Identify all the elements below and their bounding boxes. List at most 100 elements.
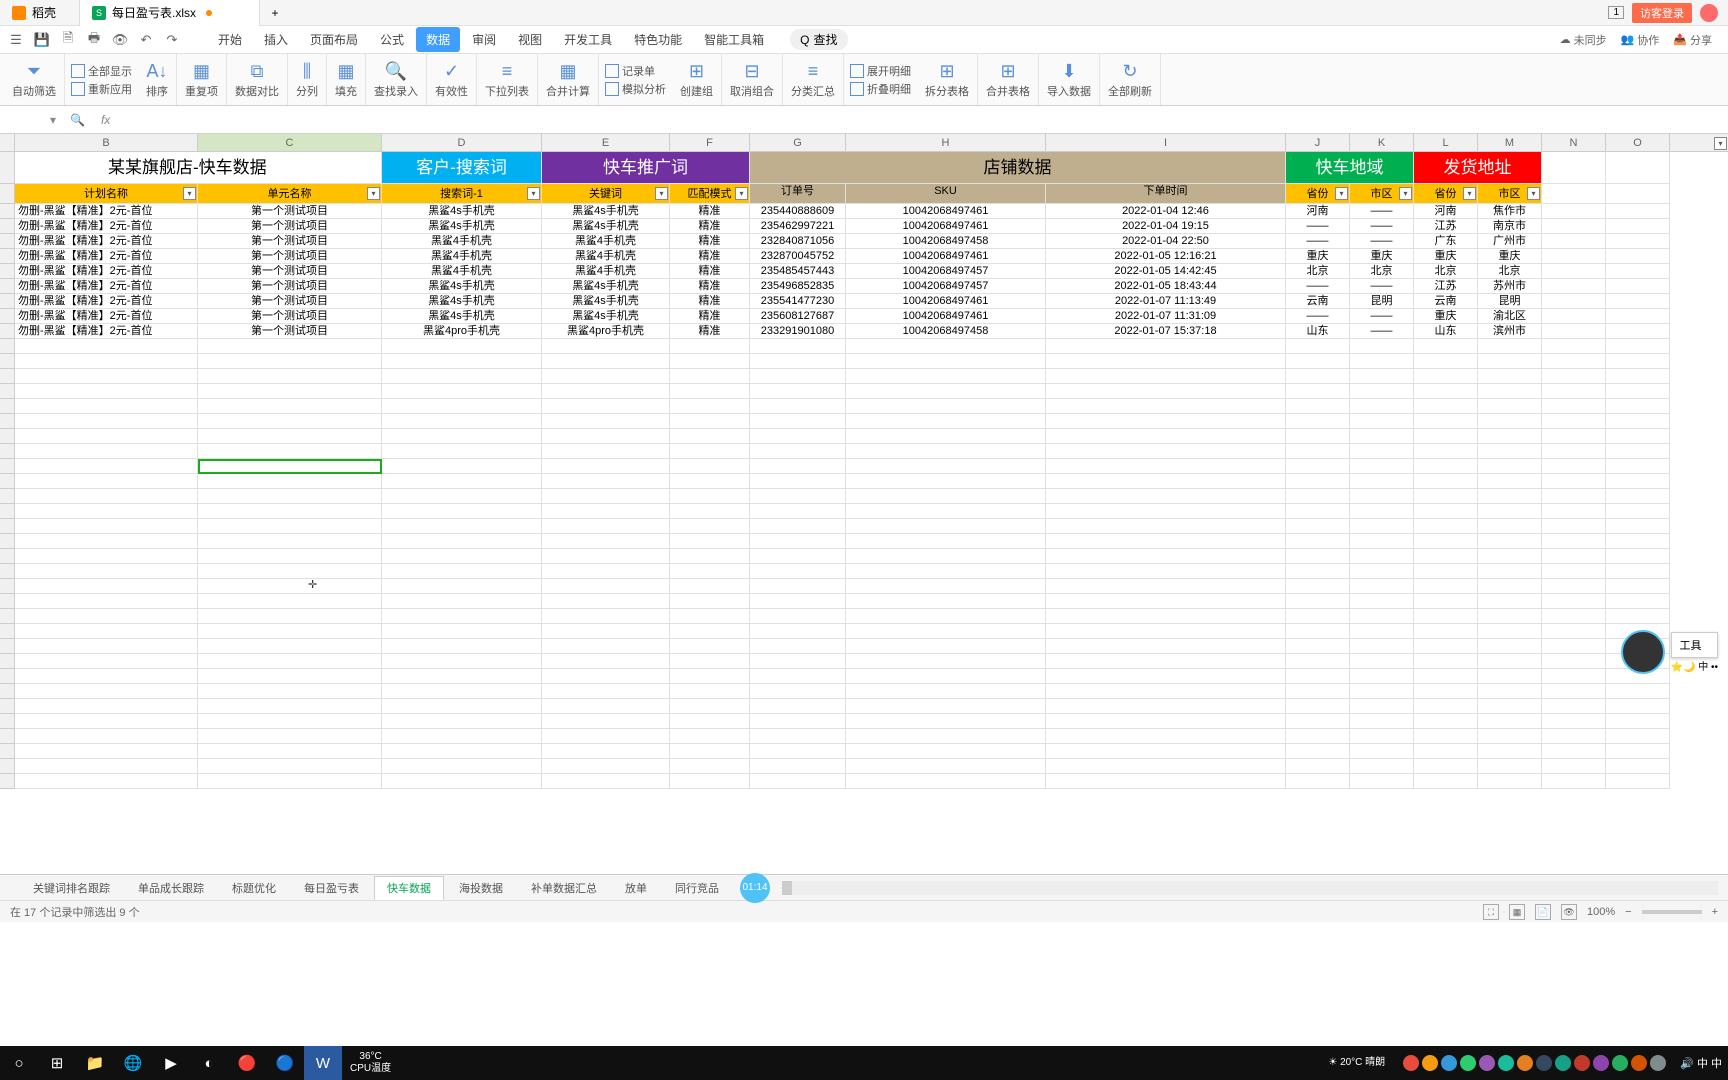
zoom-slider[interactable]	[1642, 910, 1702, 914]
hdr-sku[interactable]: SKU▾	[846, 184, 1046, 204]
cell[interactable]	[670, 489, 750, 504]
cell[interactable]	[670, 669, 750, 684]
cell[interactable]	[1606, 324, 1670, 339]
cell[interactable]: 2022-01-05 12:16:21	[1046, 249, 1286, 264]
cell[interactable]	[1478, 339, 1542, 354]
share-button[interactable]: 📤 分享	[1673, 32, 1712, 48]
cell[interactable]: 黑鲨4s手机壳	[542, 204, 670, 219]
cell[interactable]	[1350, 729, 1414, 744]
cell[interactable]	[382, 594, 542, 609]
cell[interactable]: 232870045752	[750, 249, 846, 264]
filter-icon[interactable]: ▾	[1527, 187, 1540, 200]
cell[interactable]	[1350, 384, 1414, 399]
cell[interactable]	[1606, 549, 1670, 564]
cell[interactable]	[382, 624, 542, 639]
cell[interactable]	[1046, 654, 1286, 669]
cell[interactable]	[1286, 624, 1350, 639]
menu-data[interactable]: 数据	[416, 27, 460, 52]
cell[interactable]: 黑鲨4pro手机壳	[542, 324, 670, 339]
cell[interactable]	[750, 624, 846, 639]
cell[interactable]	[846, 594, 1046, 609]
cell[interactable]	[1046, 369, 1286, 384]
avatar-icon[interactable]	[1700, 4, 1718, 22]
cell[interactable]	[1350, 684, 1414, 699]
cell[interactable]	[1414, 519, 1478, 534]
cell[interactable]	[1414, 774, 1478, 789]
tray-icon[interactable]	[1536, 1055, 1552, 1071]
cell[interactable]	[1606, 489, 1670, 504]
cell[interactable]	[542, 579, 670, 594]
float-widget[interactable]: 工具 ⭐🌙 中 ••	[1621, 630, 1718, 674]
cell[interactable]: 广州市	[1478, 234, 1542, 249]
cell[interactable]: 10042068497461	[846, 249, 1046, 264]
cell[interactable]	[1414, 534, 1478, 549]
cell[interactable]: 渝北区	[1478, 309, 1542, 324]
cell[interactable]	[1046, 744, 1286, 759]
cell[interactable]	[1046, 684, 1286, 699]
cell[interactable]	[1286, 549, 1350, 564]
cell[interactable]	[1350, 399, 1414, 414]
cell[interactable]	[382, 714, 542, 729]
cell[interactable]	[542, 654, 670, 669]
subtotal-button[interactable]: ≡分类汇总	[783, 54, 844, 105]
cell[interactable]: 2022-01-07 15:37:18	[1046, 324, 1286, 339]
col-I[interactable]: I	[1046, 134, 1286, 151]
sheet-tab-active[interactable]: 快车数据	[374, 876, 444, 900]
cell[interactable]	[1542, 519, 1606, 534]
cell[interactable]	[1350, 669, 1414, 684]
cell[interactable]	[1478, 699, 1542, 714]
cell[interactable]	[1286, 564, 1350, 579]
cell[interactable]	[1414, 669, 1478, 684]
cell[interactable]: 精准	[670, 234, 750, 249]
sort-button[interactable]: A↓排序	[138, 54, 177, 105]
cell[interactable]: ——	[1286, 234, 1350, 249]
cell[interactable]: 云南	[1286, 294, 1350, 309]
cell[interactable]	[750, 564, 846, 579]
cell[interactable]	[1286, 759, 1350, 774]
cell[interactable]	[382, 774, 542, 789]
sheet-tab[interactable]: 关键词排名跟踪	[20, 876, 123, 900]
cell[interactable]	[1542, 399, 1606, 414]
cell[interactable]: 黑鲨4手机壳	[382, 264, 542, 279]
cell[interactable]	[1046, 699, 1286, 714]
cell[interactable]	[1478, 594, 1542, 609]
explorer-icon[interactable]: 📁	[76, 1046, 114, 1080]
cell[interactable]: 黑鲨4s手机壳	[542, 309, 670, 324]
cell[interactable]	[198, 639, 382, 654]
cell[interactable]	[15, 669, 198, 684]
cell[interactable]: 云南	[1414, 294, 1478, 309]
cell[interactable]	[1286, 699, 1350, 714]
cell[interactable]	[1286, 474, 1350, 489]
validity-button[interactable]: ✓有效性	[427, 54, 477, 105]
cell[interactable]	[846, 684, 1046, 699]
cell[interactable]: 第一个测试项目	[198, 234, 382, 249]
cell[interactable]	[1046, 519, 1286, 534]
cell[interactable]	[1478, 609, 1542, 624]
refresh-button[interactable]: ↻全部刷新	[1100, 54, 1161, 105]
cell[interactable]	[198, 759, 382, 774]
hdr-prov2[interactable]: 省份▾	[1414, 184, 1478, 204]
cell[interactable]	[1350, 444, 1414, 459]
cell[interactable]	[846, 354, 1046, 369]
cell[interactable]	[1046, 504, 1286, 519]
cell[interactable]	[542, 444, 670, 459]
filter-icon[interactable]: ▾	[367, 187, 380, 200]
cell[interactable]	[1606, 339, 1670, 354]
col-L[interactable]: L	[1414, 134, 1478, 151]
app-icon[interactable]: ◐	[190, 1046, 228, 1080]
cell[interactable]	[846, 669, 1046, 684]
cell[interactable]	[670, 729, 750, 744]
cell[interactable]	[1478, 429, 1542, 444]
cell[interactable]	[15, 489, 198, 504]
cell[interactable]	[670, 564, 750, 579]
cell[interactable]	[1414, 339, 1478, 354]
menu-dev[interactable]: 开发工具	[554, 27, 622, 52]
cell[interactable]	[382, 489, 542, 504]
cell[interactable]	[1046, 579, 1286, 594]
cell[interactable]	[1046, 534, 1286, 549]
cell[interactable]	[750, 474, 846, 489]
cell[interactable]: 10042068497458	[846, 324, 1046, 339]
select-all-corner[interactable]	[0, 134, 15, 151]
cell[interactable]	[15, 639, 198, 654]
cell[interactable]: 勿删-黑鲨【精准】2元-首位	[15, 219, 198, 234]
